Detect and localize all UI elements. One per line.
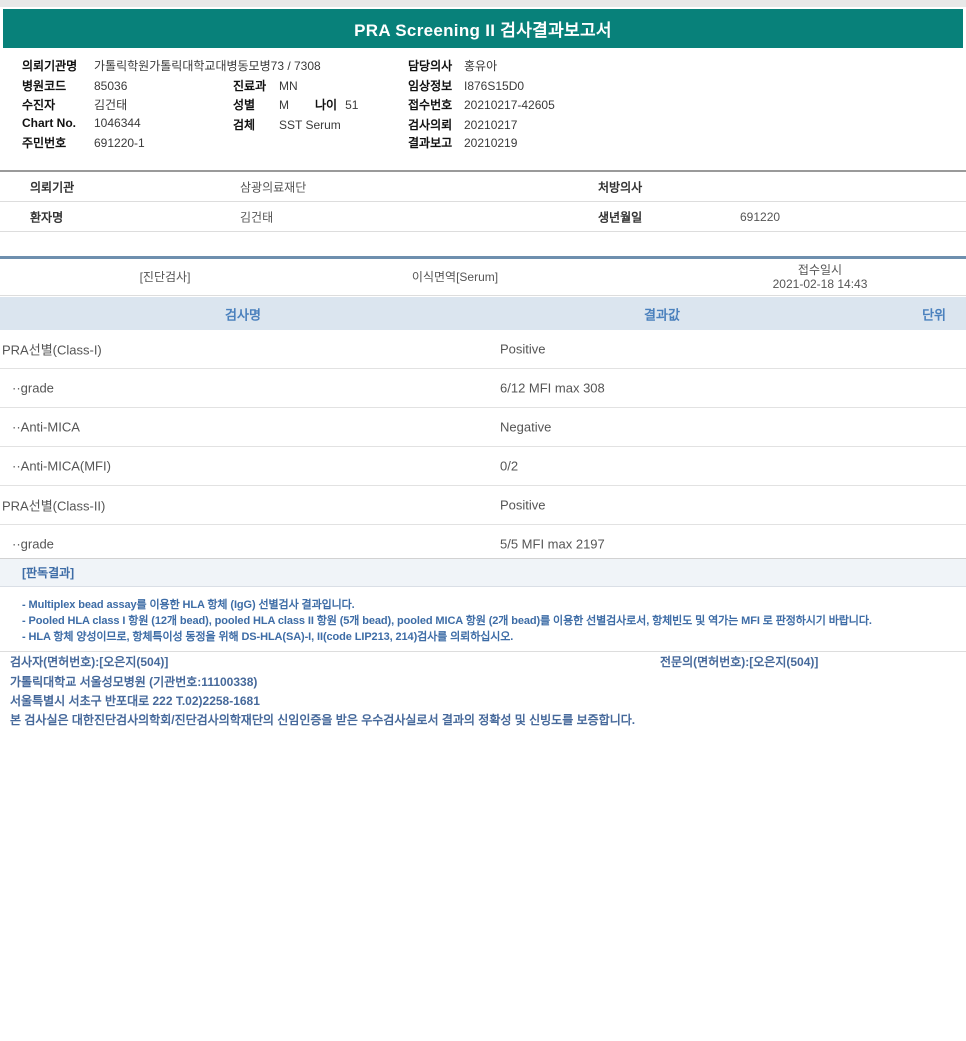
field-hospital-code: 병원코드 85036	[22, 77, 127, 94]
field-age-label: 나이	[315, 98, 338, 112]
field-chart-no-label: Chart No.	[22, 116, 76, 130]
field-department: 진료과 MN	[233, 77, 298, 94]
field-patient-label: 수진자	[22, 98, 56, 112]
page-title: PRA Screening II 검사결과보고서	[354, 21, 612, 40]
receipt-datetime-value: 2021-02-18 14:43	[772, 277, 868, 291]
interpretation-note: - Pooled HLA class I 항원 (12개 bead), pool…	[22, 615, 872, 627]
interpretation-header-bar: [판독결과]	[0, 558, 966, 587]
field-request-date-label: 검사의뢰	[408, 118, 453, 132]
test-result: Positive	[500, 341, 546, 357]
field-doctor-label: 담당의사	[408, 59, 453, 73]
test-result: 5/5 MFI max 2197	[500, 536, 605, 552]
field-patient-value: 김건태	[94, 98, 128, 112]
test-result: 6/12 MFI max 308	[500, 380, 605, 396]
field-hospital-code-label: 병원코드	[22, 79, 67, 93]
field-specimen: 검체 SST Serum	[233, 116, 341, 133]
patient-name-label: 환자명	[30, 210, 64, 224]
referrer-value: 삼광의료재단	[240, 180, 307, 194]
patient-info-table: 의뢰기관 삼광의료재단 처방의사 환자명 김건태 생년월일 691220	[0, 170, 966, 232]
interpretation-note: - Multiplex bead assay를 이용한 HLA 항체 (IgG)…	[22, 599, 355, 611]
field-report-date: 결과보고 20210219	[408, 134, 517, 151]
field-resident-no: 주민번호 691220-1	[22, 134, 145, 151]
field-doctor: 담당의사 홍유아	[408, 57, 497, 74]
field-org: 의뢰기관명 가톨릭학원가톨릭대학교대병동모병73 / 7308	[22, 57, 321, 74]
table-row: 의뢰기관 삼광의료재단 처방의사	[0, 172, 966, 202]
field-sex-value: M	[279, 98, 289, 112]
field-department-value: MN	[279, 79, 298, 93]
field-sex-label: 성별	[233, 98, 256, 112]
receipt-datetime-block: 접수일시 2021-02-18 14:43	[773, 263, 868, 291]
test-name: ··Anti-MICA(MFI)	[12, 458, 111, 474]
field-resident-no-label: 주민번호	[22, 136, 67, 150]
interpretation-notes: - Multiplex bead assay를 이용한 HLA 항체 (IgG)…	[0, 589, 966, 652]
field-report-date-value: 20210219	[464, 136, 518, 150]
field-clinical-info-label: 임상정보	[408, 79, 453, 93]
test-name: ··grade	[12, 380, 54, 396]
field-report-date-label: 결과보고	[408, 136, 453, 150]
top-strip	[0, 0, 966, 7]
test-result: 0/2	[500, 458, 519, 474]
table-row: 환자명 김건태 생년월일 691220	[0, 202, 966, 232]
field-specimen-value: SST Serum	[279, 118, 341, 132]
table-row: PRA선별(Class-I) Positive	[0, 330, 966, 369]
certification-statement: 본 검사실은 대한진단검사의학회/진단검사의학재단의 신임인증을 받은 우수검사…	[10, 713, 636, 727]
field-patient: 수진자 김건태	[22, 96, 127, 113]
section-band: [진단검사] 이식면역[Serum] 접수일시 2021-02-18 14:43	[0, 256, 966, 296]
report-title-bar: PRA Screening II 검사결과보고서	[3, 9, 963, 48]
test-name: ··Anti-MICA	[12, 419, 80, 435]
results-table: PRA선별(Class-I) Positive ··grade 6/12 MFI…	[0, 330, 966, 564]
interpretation-note: - HLA 항체 양성이므로, 항체특이성 동정을 위해 DS-HLA(SA)-…	[22, 631, 514, 643]
field-sex-age: 성별 M 나이 51	[233, 96, 358, 113]
section-panel: 이식면역[Serum]	[411, 270, 499, 284]
field-chart-no: Chart No. 1046344	[22, 116, 141, 130]
lab-report-page: PRA Screening II 검사결과보고서 의뢰기관명 가톨릭학원가톨릭대…	[0, 0, 966, 1041]
field-age-value: 51	[345, 98, 359, 112]
field-resident-no-value: 691220-1	[94, 136, 145, 150]
examiner-license: 검사자(면허번호):[오은지(504)]	[10, 655, 169, 669]
patient-name-value: 김건태	[240, 210, 274, 224]
report-footer: 검사자(면허번호):[오은지(504)] 전문의(면허번호):[오은지(504)…	[0, 652, 966, 732]
column-header-test-name: 검사명	[225, 307, 261, 322]
field-clinical-info: 임상정보 I876S15D0	[408, 77, 524, 94]
receipt-datetime-label: 접수일시	[797, 263, 843, 277]
field-department-label: 진료과	[233, 79, 267, 93]
test-result: Positive	[500, 497, 546, 513]
test-result: Negative	[500, 419, 552, 435]
table-row: ··Anti-MICA(MFI) 0/2	[0, 447, 966, 486]
table-row: PRA선별(Class-II) Positive	[0, 486, 966, 525]
column-header-result-value: 결과값	[644, 307, 680, 322]
table-row: ··Anti-MICA Negative	[0, 408, 966, 447]
specialist-license: 전문의(면허번호):[오은지(504)]	[660, 655, 819, 669]
field-accession-no-value: 20210217-42605	[464, 98, 555, 112]
test-name: PRA선별(Class-I)	[2, 342, 102, 358]
referrer-label: 의뢰기관	[30, 180, 75, 194]
test-name: ··grade	[12, 536, 54, 552]
section-category: [진단검사]	[139, 270, 191, 284]
field-clinical-info-value: I876S15D0	[464, 79, 525, 93]
field-doctor-value: 홍유아	[464, 59, 498, 73]
field-org-value: 가톨릭학원가톨릭대학교대병동모병73 / 7308	[94, 59, 321, 73]
field-chart-no-value: 1046344	[94, 116, 141, 130]
field-specimen-label: 검체	[233, 118, 256, 132]
institution-address: 서울특별시 서초구 반포대로 222 T.02)2258-1681	[10, 694, 260, 708]
prescriber-label: 처방의사	[598, 180, 643, 194]
birthdate-value: 691220	[740, 209, 781, 224]
test-name: PRA선별(Class-II)	[2, 498, 106, 514]
institution-name: 가톨릭대학교 서울성모병원 (기관번호:11100338)	[10, 675, 258, 689]
field-request-date: 검사의뢰 20210217	[408, 116, 517, 133]
field-org-label: 의뢰기관명	[22, 59, 78, 73]
birthdate-label: 생년월일	[598, 210, 643, 224]
field-accession-no-label: 접수번호	[408, 98, 453, 112]
field-accession-no: 접수번호 20210217-42605	[408, 96, 555, 113]
column-header-unit: 단위	[922, 307, 946, 322]
field-hospital-code-value: 85036	[94, 79, 128, 93]
results-header-row: 검사명 결과값 단위	[0, 297, 966, 330]
field-request-date-value: 20210217	[464, 118, 518, 132]
table-row: ··grade 6/12 MFI max 308	[0, 369, 966, 408]
interpretation-heading: [판독결과]	[22, 566, 75, 580]
